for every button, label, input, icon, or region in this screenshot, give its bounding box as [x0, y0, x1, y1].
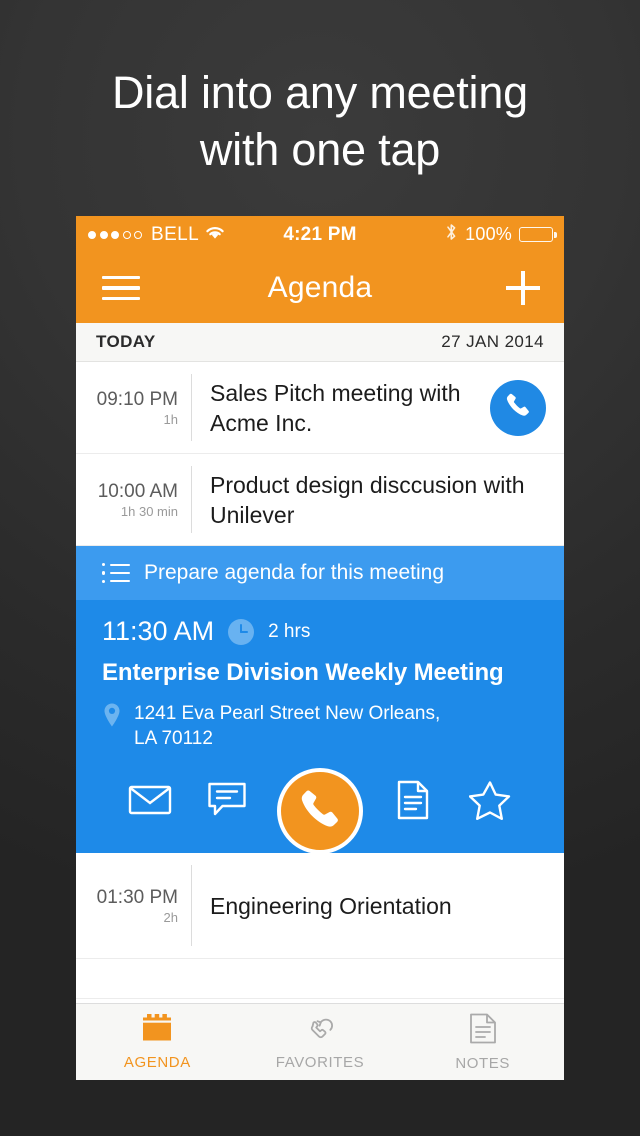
- event-duration: 2h: [163, 909, 178, 925]
- event-row[interactable]: 09:10 PM 1h Sales Pitch meeting with Acm…: [76, 362, 564, 454]
- event-start-time: 09:10 PM: [96, 388, 178, 410]
- status-bar: BELL 4:21 PM 100%: [76, 216, 564, 253]
- event-title: Product design disccusion with Unilever: [210, 471, 525, 528]
- day-header-label: TODAY: [96, 332, 156, 351]
- event-call-button[interactable]: [490, 379, 546, 436]
- bluetooth-icon: [445, 222, 458, 247]
- call-action-button[interactable]: [276, 768, 363, 854]
- tab-notes[interactable]: NOTES: [401, 1004, 564, 1080]
- phone-icon: [504, 391, 532, 424]
- expanded-event-address: 1241 Eva Pearl Street New Orleans, LA 70…: [134, 703, 441, 749]
- event-duration: 1h 30 min: [120, 503, 178, 519]
- day-header: TODAY 27 JAN 2014: [76, 323, 564, 362]
- event-row[interactable]: 10:00 AM 1h 30 min Product design disccu…: [76, 454, 564, 546]
- event-title: Engineering Orientation: [210, 892, 452, 919]
- tab-bar: AGENDA FAVORITES NOTES: [76, 1003, 564, 1080]
- calendar-icon: [141, 1013, 173, 1048]
- plus-icon[interactable]: [506, 271, 540, 305]
- tab-favorites[interactable]: FAVORITES: [239, 1004, 402, 1080]
- event-start-time: 10:00 AM: [97, 480, 178, 502]
- expanded-event-time-row: 11:30 AM 2 hrs: [76, 616, 564, 647]
- clock-icon: [228, 618, 255, 645]
- hamburger-menu-icon[interactable]: [102, 275, 140, 301]
- document-lines-icon: [469, 1013, 497, 1049]
- expanded-event-card: 11:30 AM 2 hrs Enterprise Division Weekl…: [76, 600, 564, 854]
- prepare-agenda-label: Prepare agenda for this meeting: [144, 561, 445, 584]
- bulleted-list-icon: [102, 563, 130, 583]
- event-time-block: 01:30 PM 2h: [76, 865, 192, 946]
- message-action-button[interactable]: [201, 780, 253, 824]
- expanded-event-duration: 2 hrs: [268, 620, 311, 642]
- expanded-event-time: 11:30 AM: [102, 616, 215, 646]
- chat-bubble-icon: [207, 781, 247, 824]
- event-title: Sales Pitch meeting with Acme Inc.: [210, 379, 461, 436]
- email-action-button[interactable]: [124, 780, 176, 824]
- promo-headline: Dial into any meeting with one tap: [111, 67, 529, 175]
- tab-agenda-label: AGENDA: [123, 1054, 191, 1071]
- star-icon: [468, 780, 511, 825]
- event-time-block: 10:00 AM 1h 30 min: [76, 466, 192, 533]
- battery-full-icon: [519, 227, 557, 242]
- navigation-bar: Agenda: [76, 253, 564, 323]
- event-duration: 1h: [163, 411, 178, 427]
- favorite-action-button[interactable]: [464, 780, 516, 824]
- expanded-event-location[interactable]: 1241 Eva Pearl Street New Orleans, LA 70…: [76, 701, 564, 751]
- tab-favorites-label: FAVORITES: [275, 1054, 365, 1071]
- expanded-event-title: Enterprise Division Weekly Meeting: [102, 659, 504, 686]
- document-icon: [396, 780, 430, 825]
- phone-screen: BELL 4:21 PM 100% Agenda TODAY 27 JAN 20…: [76, 216, 564, 1080]
- day-header-date: 27 JAN 2014: [441, 332, 544, 351]
- envelope-icon: [128, 783, 172, 822]
- event-start-time: 01:30 PM: [96, 886, 178, 908]
- tab-agenda[interactable]: AGENDA: [76, 1004, 239, 1080]
- phone-icon: [297, 786, 343, 837]
- expanded-event-actions: [76, 768, 564, 854]
- page-title: Agenda: [267, 271, 373, 304]
- event-row[interactable]: 01:30 PM 2h Engineering Orientation: [76, 853, 564, 959]
- event-time-block: 09:10 PM 1h: [76, 374, 192, 441]
- tab-notes-label: NOTES: [455, 1054, 511, 1072]
- battery-percent-label: 100%: [465, 224, 512, 244]
- prepare-agenda-banner[interactable]: Prepare agenda for this meeting: [76, 546, 564, 600]
- event-row-partial[interactable]: [76, 959, 564, 999]
- map-pin-icon: [102, 702, 122, 730]
- status-bar-right: 100%: [445, 216, 557, 253]
- notes-action-button[interactable]: [387, 780, 439, 824]
- phone-arrow-icon: [304, 1013, 336, 1048]
